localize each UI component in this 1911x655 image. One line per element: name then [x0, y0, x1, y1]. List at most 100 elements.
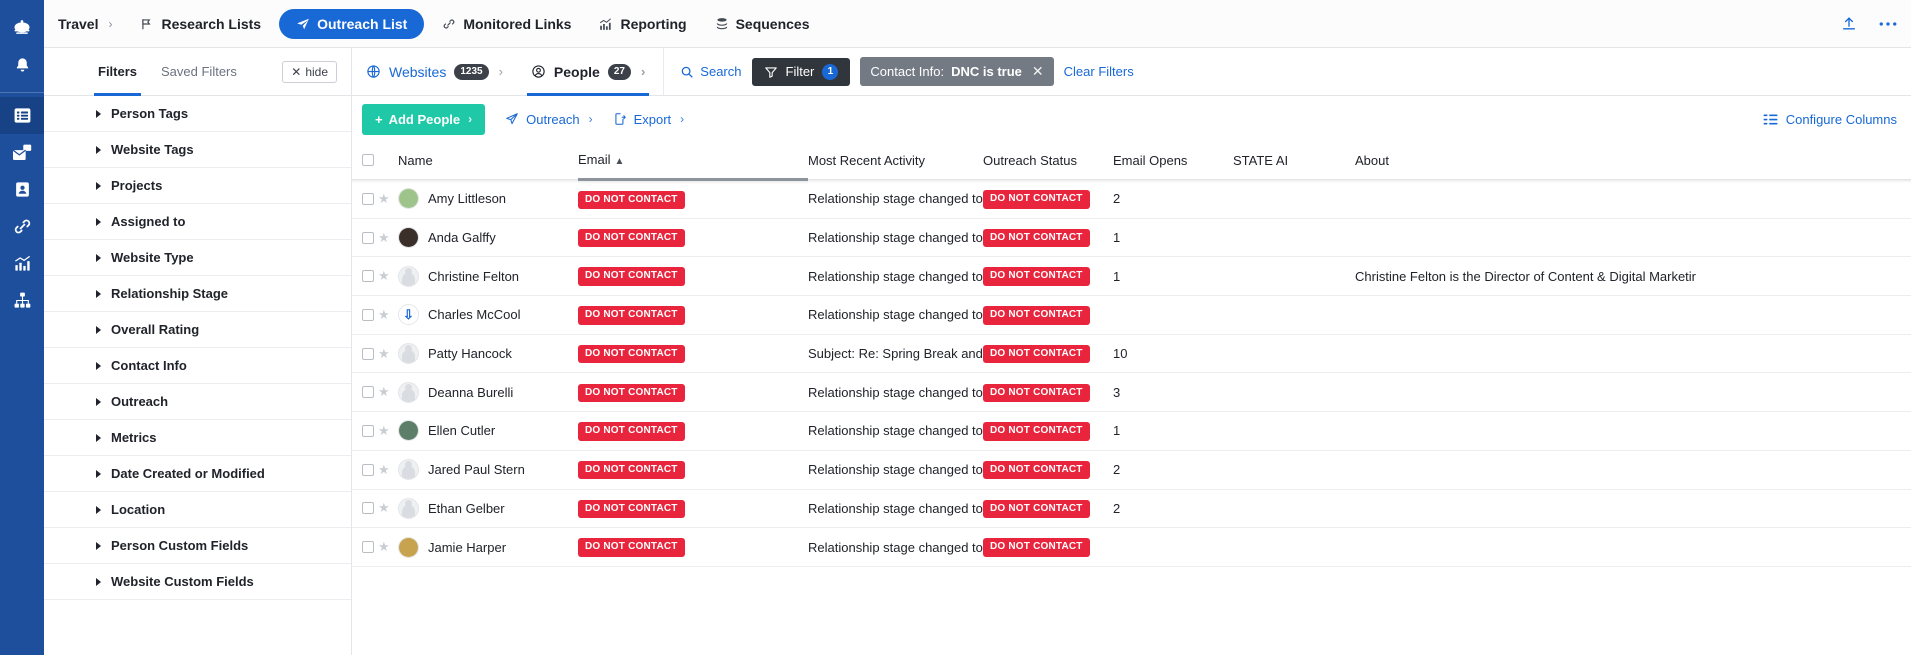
filter-group-contact-info[interactable]: Contact Info [44, 348, 351, 384]
filter-group-date-created-or-modified[interactable]: Date Created or Modified [44, 456, 351, 492]
campaigns-icon[interactable] [0, 134, 44, 171]
filter-group-metrics[interactable]: Metrics [44, 420, 351, 456]
table-row[interactable]: ★Ethan GelberDO NOT CONTACTRelationship … [352, 489, 1911, 528]
column-header-email-opens[interactable]: Email Opens [1113, 142, 1233, 180]
links-icon[interactable] [0, 208, 44, 245]
row-checkbox[interactable] [362, 502, 374, 514]
filter-group-location[interactable]: Location [44, 492, 351, 528]
filter-group-outreach[interactable]: Outreach [44, 384, 351, 420]
person-name-label[interactable]: Jared Paul Stern [428, 462, 525, 477]
star-icon[interactable]: ★ [378, 384, 390, 399]
entity-tab-websites[interactable]: Websites 1235 › [352, 48, 517, 95]
person-name-label[interactable]: Amy Littleson [428, 191, 506, 206]
filter-button-label: Filter [786, 64, 815, 79]
person-name-label[interactable]: Charles McCool [428, 307, 520, 322]
person-name-label[interactable]: Jamie Harper [428, 540, 506, 555]
person-name-label[interactable]: Deanna Burelli [428, 385, 513, 400]
link-icon [442, 17, 456, 31]
filters-sidebar: Filters Saved Filters ✕ hide Person Tags… [44, 48, 352, 655]
table-row[interactable]: ★Patty HancockDO NOT CONTACTSubject: Re:… [352, 334, 1911, 373]
table-row[interactable]: ★Amy LittlesonDO NOT CONTACTRelationship… [352, 180, 1911, 219]
hide-filters-button[interactable]: ✕ hide [282, 61, 337, 83]
cell-outreach-status: DO NOT CONTACT [983, 412, 1113, 451]
row-checkbox[interactable] [362, 386, 374, 398]
row-checkbox[interactable] [362, 541, 374, 553]
filter-group-website-custom-fields[interactable]: Website Custom Fields [44, 564, 351, 600]
filter-group-relationship-stage[interactable]: Relationship Stage [44, 276, 351, 312]
nav-outreach-list[interactable]: Outreach List [279, 9, 424, 39]
column-header-state-ai[interactable]: STATE AI [1233, 142, 1355, 180]
upload-icon[interactable] [1841, 15, 1857, 32]
column-header-name[interactable]: Name [398, 142, 578, 180]
search-button[interactable]: Search [680, 64, 741, 79]
star-icon[interactable]: ★ [378, 539, 390, 554]
column-header-most-recent-activity[interactable]: Most Recent Activity [808, 142, 983, 180]
export-action[interactable]: Export › [613, 112, 685, 127]
star-icon[interactable]: ★ [378, 423, 390, 438]
table-row[interactable]: ★Anda GalffyDO NOT CONTACTRelationship s… [352, 218, 1911, 257]
select-all-checkbox[interactable] [362, 154, 374, 166]
reporting-icon[interactable] [0, 245, 44, 282]
logo-icon[interactable] [0, 10, 44, 47]
filter-group-website-tags[interactable]: Website Tags [44, 132, 351, 168]
star-icon[interactable]: ★ [378, 268, 390, 283]
table-row[interactable]: ★Jared Paul SternDO NOT CONTACTRelations… [352, 450, 1911, 489]
bell-icon[interactable] [0, 47, 44, 84]
entity-tab-people[interactable]: People 27 › [517, 48, 659, 95]
star-icon[interactable]: ★ [378, 191, 390, 206]
person-name-label[interactable]: Patty Hancock [428, 346, 512, 361]
person-name-label[interactable]: Ethan Gelber [428, 501, 505, 516]
add-people-button[interactable]: + Add People › [362, 104, 485, 135]
filter-group-overall-rating[interactable]: Overall Rating [44, 312, 351, 348]
row-checkbox[interactable] [362, 232, 374, 244]
star-icon[interactable]: ★ [378, 462, 390, 477]
contacts-icon[interactable] [0, 171, 44, 208]
column-header-about[interactable]: About [1355, 142, 1911, 180]
person-name-label[interactable]: Christine Felton [428, 269, 519, 284]
column-header-outreach-status[interactable]: Outreach Status [983, 142, 1113, 180]
row-checkbox[interactable] [362, 309, 374, 321]
filter-group-website-type[interactable]: Website Type [44, 240, 351, 276]
star-icon[interactable]: ★ [378, 230, 390, 245]
nav-research-lists[interactable]: Research Lists [126, 0, 275, 48]
table-row[interactable]: ★Ellen CutlerDO NOT CONTACTRelationship … [352, 412, 1911, 451]
row-checkbox[interactable] [362, 464, 374, 476]
star-icon[interactable]: ★ [378, 346, 390, 361]
person-name-label[interactable]: Ellen Cutler [428, 423, 495, 438]
row-checkbox[interactable] [362, 270, 374, 282]
chevron-right-icon[interactable]: › [641, 64, 645, 79]
nav-monitored-links[interactable]: Monitored Links [428, 0, 585, 48]
list-icon[interactable] [0, 97, 44, 134]
row-checkbox[interactable] [362, 348, 374, 360]
table-row[interactable]: ★Deanna BurelliDO NOT CONTACTRelationshi… [352, 373, 1911, 412]
row-checkbox[interactable] [362, 193, 374, 205]
filter-button[interactable]: Filter 1 [752, 58, 851, 86]
email-dnc-badge: DO NOT CONTACT [578, 229, 685, 248]
more-options-icon[interactable] [1879, 21, 1897, 27]
chip-remove-icon[interactable]: ✕ [1032, 63, 1044, 80]
tab-saved-filters[interactable]: Saved Filters [149, 48, 249, 95]
table-row[interactable]: ★Jamie HarperDO NOT CONTACTRelationship … [352, 528, 1911, 567]
star-icon[interactable]: ★ [378, 307, 390, 322]
clear-filters-link[interactable]: Clear Filters [1064, 64, 1134, 79]
tab-filters[interactable]: Filters [86, 48, 149, 95]
row-checkbox[interactable] [362, 425, 374, 437]
outreach-action[interactable]: Outreach › [505, 112, 592, 127]
table-row[interactable]: ★⇩Charles McCoolDO NOT CONTACTRelationsh… [352, 296, 1911, 335]
row-select-cell [352, 528, 378, 567]
filter-group-assigned-to[interactable]: Assigned to [44, 204, 351, 240]
sitemap-icon[interactable] [0, 282, 44, 319]
chevron-right-icon[interactable]: › [499, 64, 503, 79]
star-icon[interactable]: ★ [378, 500, 390, 515]
table-row[interactable]: ★Christine FeltonDO NOT CONTACTRelations… [352, 257, 1911, 296]
breadcrumb[interactable]: Travel › [58, 16, 112, 32]
active-filter-chip-contact-info[interactable]: Contact Info: DNC is true ✕ [860, 57, 1053, 86]
nav-sequences[interactable]: Sequences [701, 0, 824, 48]
person-name-label[interactable]: Anda Galffy [428, 230, 496, 245]
configure-columns-button[interactable]: Configure Columns [1763, 112, 1897, 127]
filter-group-projects[interactable]: Projects [44, 168, 351, 204]
column-header-email[interactable]: Email▲ [578, 142, 808, 180]
nav-reporting[interactable]: Reporting [585, 0, 700, 48]
filter-group-person-custom-fields[interactable]: Person Custom Fields [44, 528, 351, 564]
filter-group-person-tags[interactable]: Person Tags [44, 96, 351, 132]
